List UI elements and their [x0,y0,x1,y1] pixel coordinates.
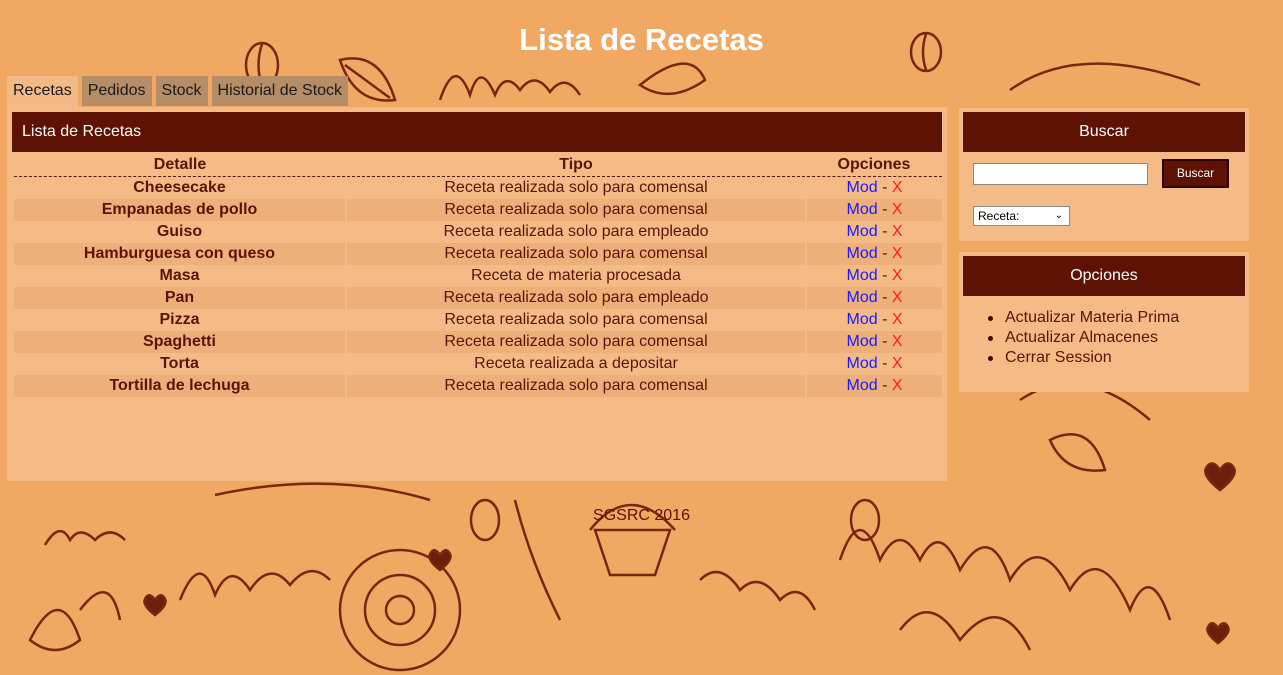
delete-link[interactable]: X [892,267,903,284]
options-separator: - [882,245,888,262]
mod-link[interactable]: Mod [846,311,877,328]
options-separator: - [882,289,888,306]
recipe-opciones: Mod - X [806,243,942,265]
recipe-detalle: Empanadas de pollo [14,199,347,221]
options-panel: Opciones Actualizar Materia Prima Actual… [959,252,1249,392]
options-separator: - [882,311,888,328]
option-actualizar-almacenes[interactable]: Actualizar Almacenes [988,328,1179,348]
table-row: Torta Receta realizada a depositar Mod - X [14,353,942,375]
recipe-tipo: Receta realizada solo para comensal [346,243,807,265]
page-title: Lista de Recetas [519,22,764,57]
options-separator: - [882,179,888,196]
search-button[interactable]: Buscar [1162,159,1229,188]
tab-pedidos[interactable]: Pedidos [81,76,152,106]
recipe-tipo: Receta realizada a depositar [346,353,807,375]
tab-recetas[interactable]: Recetas [7,76,78,107]
option-actualizar-materia-prima[interactable]: Actualizar Materia Prima [988,308,1179,328]
recipe-tipo: Receta realizada solo para empleado [346,221,807,243]
mod-link[interactable]: Mod [846,267,877,284]
options-separator: - [882,201,888,218]
column-header-detalle: Detalle [14,154,346,177]
table-row: Pan Receta realizada solo para empleado Mo… [14,287,942,309]
recipe-tipo: Receta realizada solo para comensal [346,309,807,331]
table-row: Pizza Receta realizada solo para comensal… [14,309,942,331]
recipes-panel: Lista de Recetas Detalle Tipo Opciones C… [7,107,947,481]
recipe-detalle: Pan [14,287,347,309]
delete-link[interactable]: X [892,333,903,350]
recipe-tipo: Receta realizada solo para comensal [346,331,807,353]
table-row: Tortilla de lechuga Receta realizada solo… [14,375,942,397]
recipe-opciones: Mod - X [806,331,942,353]
recipe-opciones: Mod - X [806,309,942,331]
tab-bar: Recetas Pedidos Stock Historial de Stock [7,76,352,107]
search-panel-header: Buscar [963,112,1245,152]
mod-link[interactable]: Mod [846,223,877,240]
options-separator: - [882,267,888,284]
option-cerrar-session[interactable]: Cerrar Session [988,348,1179,368]
recipe-opciones: Mod - X [806,265,942,287]
options-separator: - [882,355,888,372]
recipes-panel-header: Lista de Recetas [12,112,942,152]
recipe-type-select-value: Receta: [978,209,1020,223]
table-row: Hamburguesa con queso Receta realizada so… [14,243,942,265]
recipe-opciones: Mod - X [806,353,942,375]
chevron-down-icon: ⌄ [1054,210,1063,221]
mod-link[interactable]: Mod [846,201,877,218]
options-separator: - [882,333,888,350]
recipe-detalle: Masa [14,265,347,287]
column-header-tipo: Tipo [346,154,806,177]
delete-link[interactable]: X [892,245,903,262]
table-row: Cheesecake Receta realizada solo para com… [14,176,942,200]
table-row: Empanadas de pollo Receta realizada solo … [14,199,942,221]
mod-link[interactable]: Mod [846,377,877,394]
mod-link[interactable]: Mod [846,289,877,306]
delete-link[interactable]: X [892,223,903,240]
delete-link[interactable]: X [892,311,903,328]
recipe-type-select[interactable]: Receta: ⌄ [973,206,1070,226]
recipe-tipo: Receta realizada solo para comensal [346,375,807,397]
recipes-table: Detalle Tipo Opciones Cheesecake Receta r… [14,154,942,397]
search-panel: Buscar Buscar Receta: ⌄ [959,108,1249,241]
recipe-detalle: Cheesecake [14,176,347,199]
recipe-detalle: Spaghetti [14,331,347,353]
recipe-tipo: Receta de materia procesada [346,265,807,287]
options-panel-header: Opciones [963,256,1245,296]
mod-link[interactable]: Mod [846,333,877,350]
delete-link[interactable]: X [892,179,903,196]
recipe-detalle: Tortilla de lechuga [14,375,347,397]
search-input[interactable] [973,163,1148,185]
footer-text: SGSRC 2016 [593,507,690,524]
recipe-tipo: Receta realizada solo para comensal [346,199,807,221]
recipe-opciones: Mod - X [806,287,942,309]
delete-link[interactable]: X [892,201,903,218]
recipe-tipo: Receta realizada solo para empleado [346,287,807,309]
recipe-tipo: Receta realizada solo para comensal [346,176,807,199]
recipe-opciones: Mod - X [806,375,942,397]
table-row: Masa Receta de materia procesada Mod - X [14,265,942,287]
delete-link[interactable]: X [892,377,903,394]
recipe-opciones: Mod - X [806,199,942,221]
tab-stock[interactable]: Stock [155,76,208,106]
mod-link[interactable]: Mod [846,355,877,372]
options-separator: - [882,223,888,240]
recipe-detalle: Pizza [14,309,347,331]
delete-link[interactable]: X [892,355,903,372]
recipe-detalle: Hamburguesa con queso [14,243,347,265]
column-header-opciones: Opciones [806,154,942,177]
recipe-detalle: Guiso [14,221,347,243]
delete-link[interactable]: X [892,289,903,306]
options-separator: - [882,377,888,394]
recipe-opciones: Mod - X [806,177,942,200]
mod-link[interactable]: Mod [846,245,877,262]
recipe-opciones: Mod - X [806,221,942,243]
recipe-detalle: Torta [14,353,347,375]
mod-link[interactable]: Mod [846,179,877,196]
table-row: Guiso Receta realizada solo para empleado… [14,221,942,243]
tab-historial-de-stock[interactable]: Historial de Stock [211,76,349,106]
options-list: Actualizar Materia Prima Actualizar Alma… [988,308,1179,368]
table-row: Spaghetti Receta realizada solo para come… [14,331,942,353]
